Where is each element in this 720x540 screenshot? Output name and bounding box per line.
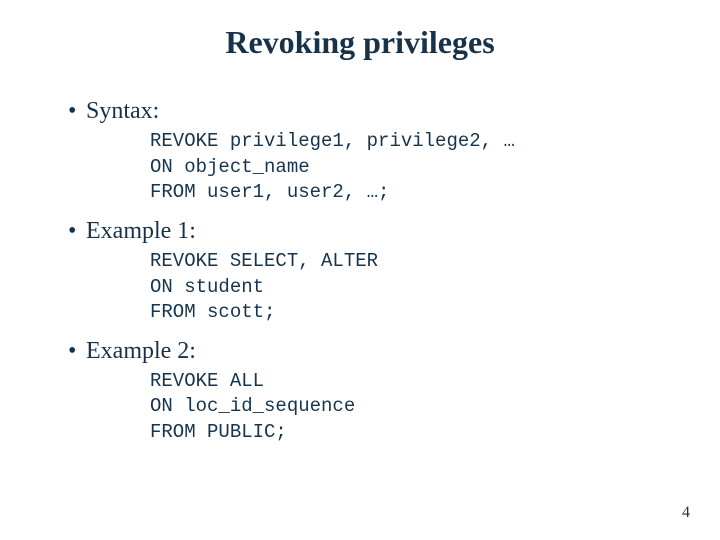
page-number: 4: [682, 504, 690, 522]
bullet-label: Example 1:: [86, 218, 196, 245]
slide-title: Revoking privileges: [0, 24, 720, 61]
bullet-syntax: • Syntax:: [70, 98, 670, 125]
bullet-dot-icon: •: [68, 219, 86, 243]
code-example-2: REVOKE ALL ON loc_id_sequence FROM PUBLI…: [150, 369, 670, 446]
bullet-dot-icon: •: [68, 99, 86, 123]
bullet-label: Syntax:: [86, 98, 159, 125]
bullet-example-2: • Example 2:: [70, 338, 670, 365]
slide: Revoking privileges • Syntax: REVOKE pri…: [0, 0, 720, 540]
bullet-example-1: • Example 1:: [70, 218, 670, 245]
slide-content: • Syntax: REVOKE privilege1, privilege2,…: [70, 86, 670, 452]
bullet-dot-icon: •: [68, 339, 86, 363]
code-syntax: REVOKE privilege1, privilege2, … ON obje…: [150, 129, 670, 206]
code-example-1: REVOKE SELECT, ALTER ON student FROM sco…: [150, 249, 670, 326]
bullet-label: Example 2:: [86, 338, 196, 365]
